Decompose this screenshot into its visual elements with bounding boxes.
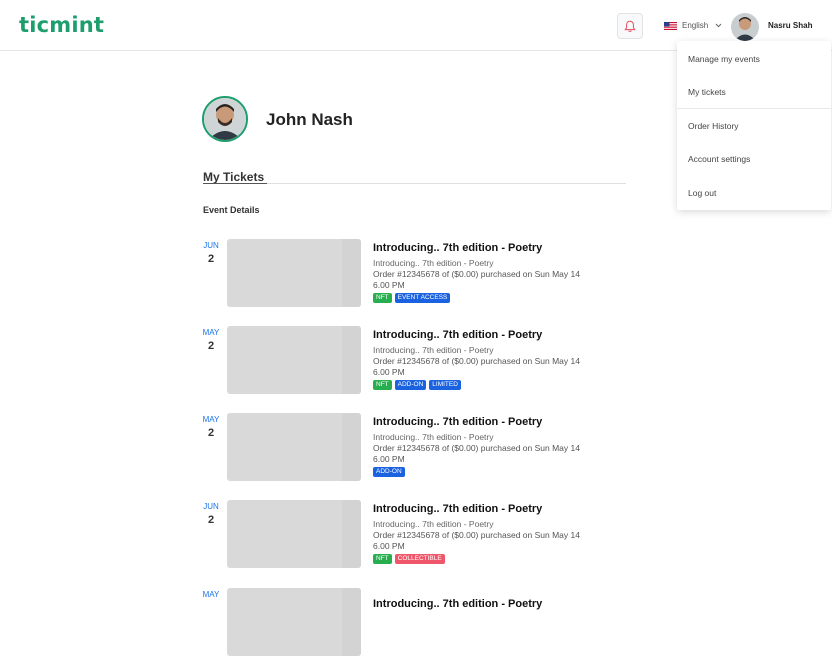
ticket-order-info: Order #12345678 of ($0.00) purchased on … — [373, 530, 580, 551]
section-underline — [203, 183, 267, 184]
ticket-subtitle: Introducing.. 7th edition - Poetry — [373, 345, 494, 355]
menu-item-my-tickets[interactable]: My tickets — [688, 87, 726, 97]
ticket-row[interactable]: JUN 2 Introducing.. 7th edition - Poetry… — [202, 500, 622, 570]
profile-name: John Nash — [266, 110, 353, 129]
ticket-title[interactable]: Introducing.. 7th edition - Poetry — [373, 598, 542, 610]
ticket-month: JUN — [203, 502, 219, 511]
ticket-tags: NFT EVENT ACCESS — [373, 293, 451, 303]
tag-event-access: EVENT ACCESS — [394, 293, 451, 303]
tag-add-on: ADD-ON — [373, 467, 405, 477]
ticket-title[interactable]: Introducing.. 7th edition - Poetry — [373, 329, 542, 341]
language-selector[interactable]: English — [664, 21, 722, 30]
ticket-image-placeholder[interactable] — [227, 239, 361, 307]
menu-item-account-settings[interactable]: Account settings — [688, 154, 750, 164]
profile-avatar — [202, 96, 248, 142]
notifications-button[interactable] — [617, 13, 643, 39]
ticket-title[interactable]: Introducing.. 7th edition - Poetry — [373, 416, 542, 428]
ticket-image-placeholder[interactable] — [227, 588, 361, 656]
ticket-image-placeholder[interactable] — [227, 500, 361, 568]
ticket-month: MAY — [202, 415, 220, 424]
ticket-row[interactable]: MAY 2 Introducing.. 7th edition - Poetry… — [202, 413, 622, 483]
ticket-day: 2 — [207, 253, 215, 265]
tag-nft: NFT — [373, 380, 392, 390]
ticket-image-placeholder[interactable] — [227, 326, 361, 394]
ticket-row[interactable]: MAY Introducing.. 7th edition - Poetry — [202, 588, 622, 658]
ticket-order-info: Order #12345678 of ($0.00) purchased on … — [373, 269, 580, 290]
language-label: English — [682, 21, 709, 30]
us-flag-icon — [664, 21, 677, 30]
ticket-subtitle: Introducing.. 7th edition - Poetry — [373, 519, 494, 529]
ticket-order-info: Order #12345678 of ($0.00) purchased on … — [373, 356, 580, 377]
ticket-title[interactable]: Introducing.. 7th edition - Poetry — [373, 503, 542, 515]
section-divider — [267, 183, 626, 184]
ticket-tags: NFT COLLECTIBLE — [373, 554, 445, 564]
user-menu-dropdown: Manage my events My tickets Order Histor… — [677, 41, 831, 210]
ticket-month: MAY — [202, 590, 220, 599]
tag-limited: LIMITED — [429, 380, 461, 390]
tag-collectible: COLLECTIBLE — [394, 554, 445, 564]
event-details-label: Event Details — [203, 205, 260, 215]
ticket-month: JUN — [203, 241, 219, 250]
ticket-title[interactable]: Introducing.. 7th edition - Poetry — [373, 242, 542, 254]
user-avatar[interactable] — [731, 13, 759, 41]
user-name[interactable]: Nasru Shah — [768, 21, 812, 30]
ticket-day: 2 — [207, 340, 215, 352]
bell-icon — [624, 20, 636, 32]
ticket-day: 2 — [207, 427, 215, 439]
menu-item-order-history[interactable]: Order History — [688, 121, 739, 131]
ticket-tags: NFT ADD-ON LIMITED — [373, 380, 461, 390]
ticket-day: 2 — [207, 514, 215, 526]
ticket-row[interactable]: JUN 2 Introducing.. 7th edition - Poetry… — [202, 239, 622, 309]
menu-item-manage-events[interactable]: Manage my events — [688, 54, 760, 64]
ticmint-logo[interactable]: ticmint — [19, 13, 104, 37]
ticket-tags: ADD-ON — [373, 467, 405, 477]
ticket-month: MAY — [202, 328, 220, 337]
menu-item-log-out[interactable]: Log out — [688, 188, 716, 198]
tag-nft: NFT — [373, 293, 392, 303]
ticket-order-info: Order #12345678 of ($0.00) purchased on … — [373, 443, 580, 464]
avatar-image — [731, 13, 759, 41]
my-tickets-heading: My Tickets — [203, 170, 265, 184]
ticket-subtitle: Introducing.. 7th edition - Poetry — [373, 258, 494, 268]
tag-nft: NFT — [373, 554, 392, 564]
ticket-row[interactable]: MAY 2 Introducing.. 7th edition - Poetry… — [202, 326, 622, 396]
profile-avatar-image — [204, 98, 246, 140]
ticket-image-placeholder[interactable] — [227, 413, 361, 481]
ticket-subtitle: Introducing.. 7th edition - Poetry — [373, 432, 494, 442]
chevron-down-icon — [715, 23, 722, 28]
tag-add-on: ADD-ON — [394, 380, 427, 390]
menu-divider — [677, 108, 831, 109]
